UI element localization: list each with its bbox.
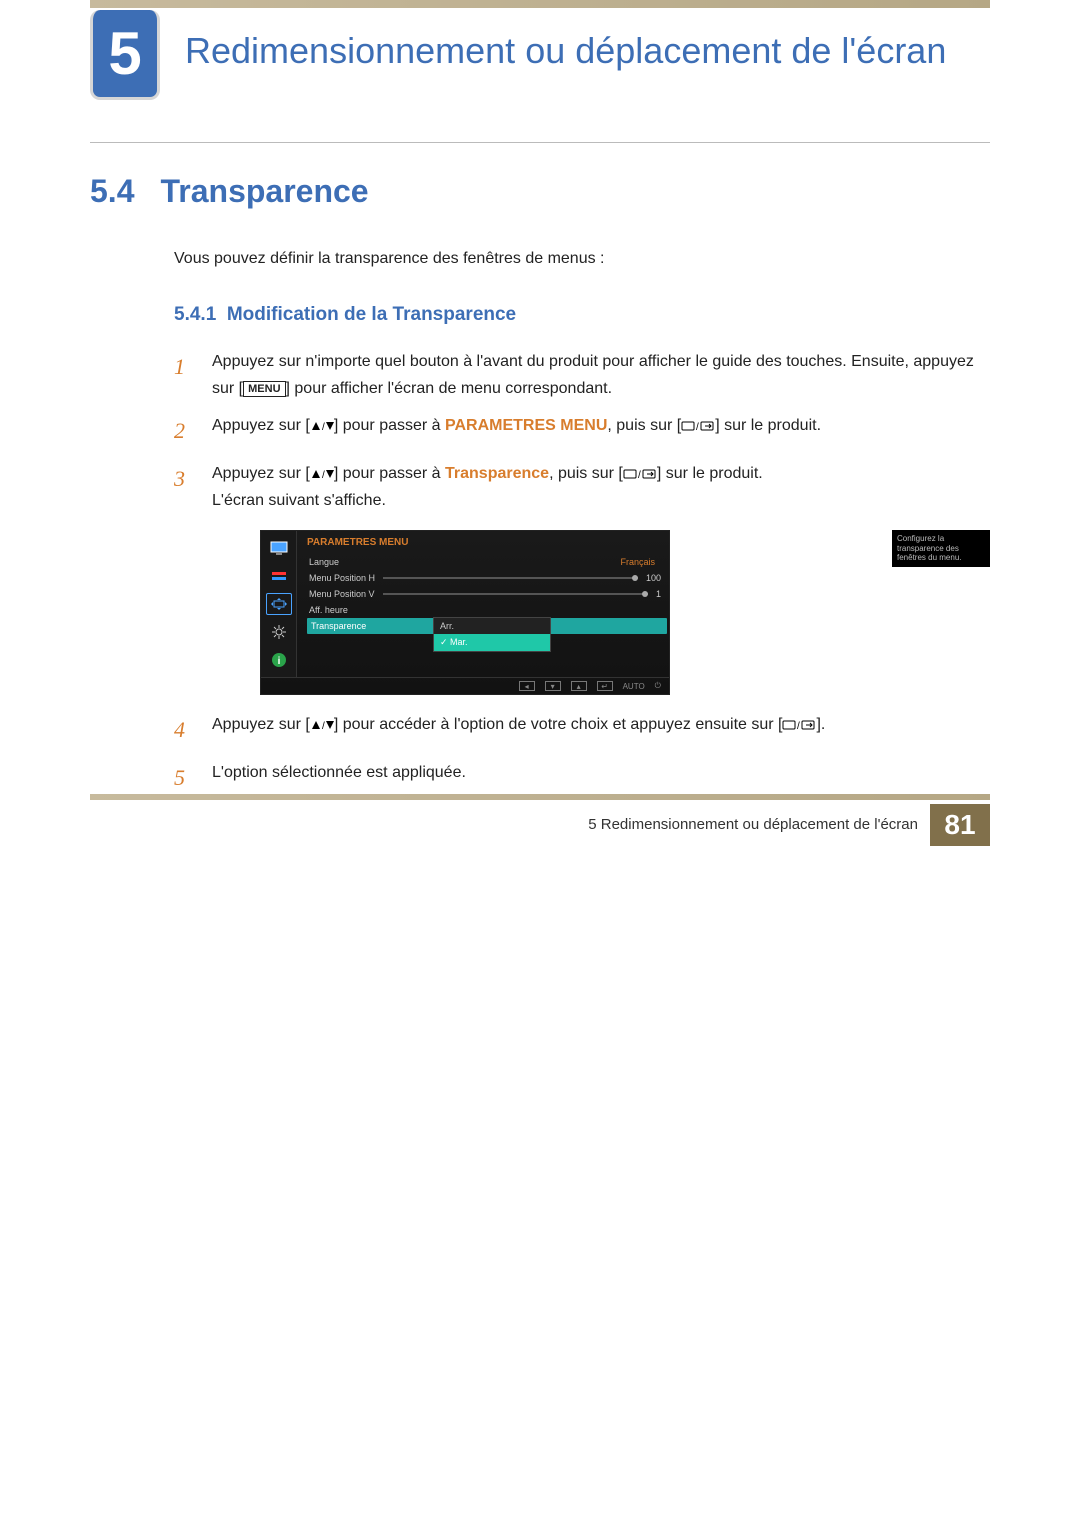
page-footer: 5 Redimensionnement ou déplacement de l'…	[90, 804, 990, 846]
step-text: ].	[816, 716, 825, 733]
osd-row-aff-heure: Aff. heure	[307, 602, 667, 618]
subsection-number: 5.4.1	[174, 304, 216, 325]
svg-text:/: /	[322, 721, 325, 731]
step-text: L'option sélectionnée est appliquée.	[212, 759, 466, 786]
size-position-icon	[266, 593, 292, 615]
osd-row-langue: Langue Français	[307, 554, 667, 570]
picture-icon	[266, 537, 292, 559]
page-content: 5 Redimensionnement ou déplacement de l'…	[0, 0, 1080, 886]
osd-label: Aff. heure	[309, 605, 348, 615]
step-text: , puis sur [	[607, 417, 681, 434]
osd-label: Langue	[309, 557, 339, 567]
step-number: 4	[174, 711, 194, 748]
step-text: ] sur le produit.	[657, 465, 763, 482]
osd-slider	[383, 577, 638, 579]
svg-text:i: i	[277, 656, 280, 667]
footer-accent-bar	[90, 794, 990, 800]
step-text: ] pour accéder à l'option de votre choix…	[334, 716, 783, 733]
osd-bottom-bar: ◂ ▾ ▴ ↵ AUTO ⏻	[261, 677, 669, 694]
osd-option-off: Arr.	[434, 618, 550, 634]
step-number: 3	[174, 460, 194, 497]
section-title: Transparence	[160, 173, 368, 210]
osd-slider	[383, 593, 648, 595]
osd-help-tooltip: Configurez la transparence des fenêtres …	[892, 530, 990, 567]
up-down-arrows-icon: /	[310, 719, 334, 731]
step-text: ] pour passer à	[334, 417, 445, 434]
chapter-header: 5 Redimensionnement ou déplacement de l'…	[90, 0, 990, 100]
left-key-icon: ◂	[519, 681, 535, 691]
step-text: Appuyez sur [	[212, 716, 310, 733]
osd-row-pos-h: Menu Position H 100	[307, 570, 667, 586]
auto-label: AUTO	[623, 682, 645, 691]
step-2: 2 Appuyez sur [ / ] pour passer à PARAMETR…	[174, 412, 990, 449]
osd-value: 1	[656, 589, 661, 599]
enter-key-icon: ↵	[597, 681, 613, 691]
steps-list: 1 Appuyez sur n'importe quel bouton à l'…	[174, 348, 990, 514]
osd-label: Transparence	[311, 621, 366, 631]
up-key-icon: ▴	[571, 681, 587, 691]
step-text: Appuyez sur [	[212, 417, 310, 434]
info-icon: i	[266, 649, 292, 671]
subsection-title: Modification de la Transparence	[227, 304, 516, 325]
section-intro: Vous pouvez définir la transparence des …	[174, 250, 990, 268]
step-text: L'écran suivant s'affiche.	[212, 492, 386, 509]
step-text: ] pour afficher l'écran de menu correspo…	[286, 380, 613, 397]
section-number: 5.4	[90, 173, 134, 210]
select-buttons-icon: /	[782, 719, 816, 731]
menu-key-icon: MENU	[243, 381, 285, 397]
chapter-title: Redimensionnement ou déplacement de l'éc…	[185, 28, 946, 73]
step-text: , puis sur [	[549, 465, 623, 482]
osd-icon-sidebar: i	[261, 531, 297, 677]
svg-text:/: /	[638, 470, 641, 480]
step-4: 4 Appuyez sur [ / ] pour accéder à l'optio…	[174, 711, 990, 748]
settings-gear-icon	[266, 621, 292, 643]
section-header: 5.4 Transparence	[90, 173, 990, 210]
osd-panel-title: PARAMETRES MENU	[307, 537, 667, 548]
osd-label: Menu Position V	[309, 589, 375, 599]
footer-chapter-ref: 5 Redimensionnement ou déplacement de l'…	[588, 816, 918, 833]
select-buttons-icon: /	[681, 420, 715, 432]
up-down-arrows-icon: /	[310, 468, 334, 480]
select-buttons-icon: /	[623, 468, 657, 480]
step-3: 3 Appuyez sur [ / ] pour passer à Transpar…	[174, 460, 990, 514]
svg-text:/: /	[797, 721, 800, 731]
svg-text:/: /	[322, 422, 325, 432]
step-text: ] sur le produit.	[715, 417, 821, 434]
step-text: ] pour passer à	[334, 465, 445, 482]
highlight-text: Transparence	[445, 465, 549, 482]
svg-text:/: /	[322, 470, 325, 480]
up-down-arrows-icon: /	[310, 420, 334, 432]
header-divider	[90, 142, 990, 143]
osd-option-on-selected: Mar.	[434, 634, 550, 651]
color-icon	[266, 565, 292, 587]
highlight-text: PARAMETRES MENU	[445, 417, 607, 434]
step-number: 1	[174, 348, 194, 385]
down-key-icon: ▾	[545, 681, 561, 691]
osd-screenshot: i PARAMETRES MENU Langue Français Menu P…	[174, 530, 990, 695]
power-icon: ⏻	[655, 681, 661, 691]
osd-value: Français	[571, 557, 661, 567]
page-number-badge: 81	[930, 804, 990, 846]
osd-dropdown: Arr. Mar.	[433, 617, 551, 652]
step-number: 5	[174, 759, 194, 796]
step-1: 1 Appuyez sur n'importe quel bouton à l'…	[174, 348, 990, 402]
osd-main-panel: PARAMETRES MENU Langue Français Menu Pos…	[297, 531, 669, 677]
steps-list-continued: 4 Appuyez sur [ / ] pour accéder à l'optio…	[174, 711, 990, 796]
step-number: 2	[174, 412, 194, 449]
osd-value: 100	[646, 573, 661, 583]
step-5: 5 L'option sélectionnée est appliquée.	[174, 759, 990, 796]
step-text: Appuyez sur [	[212, 465, 310, 482]
osd-label: Menu Position H	[309, 573, 375, 583]
osd-row-pos-v: Menu Position V 1	[307, 586, 667, 602]
svg-text:/: /	[696, 422, 699, 432]
chapter-number-badge: 5	[90, 10, 160, 100]
subsection-header: 5.4.1 Modification de la Transparence	[174, 304, 990, 326]
